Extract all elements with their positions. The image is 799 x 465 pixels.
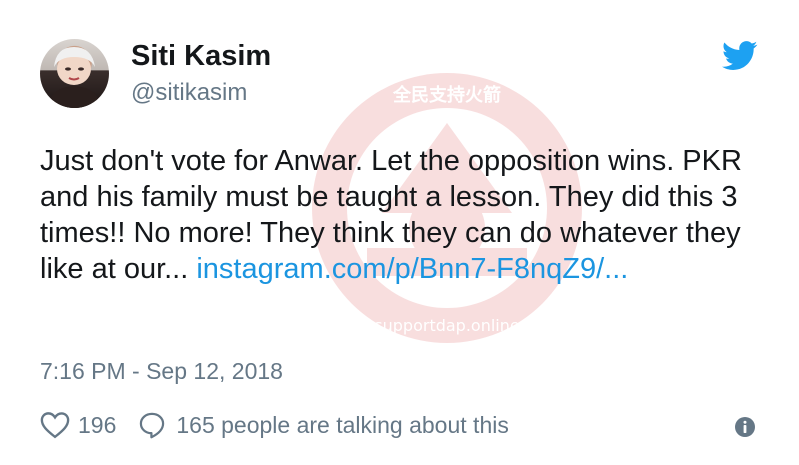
- like-count[interactable]: 196: [78, 412, 116, 439]
- tweet-actions: 196 165 people are talking about this: [40, 409, 509, 441]
- author-avatar[interactable]: [40, 39, 109, 108]
- avatar-image: [48, 47, 101, 108]
- speech-bubble-icon[interactable]: [138, 411, 166, 439]
- info-icon[interactable]: [734, 416, 756, 438]
- author-handle[interactable]: @sitikasim: [131, 79, 247, 107]
- heart-icon[interactable]: [40, 411, 70, 439]
- twitter-bird-icon[interactable]: [722, 41, 758, 71]
- tweet-text: Just don't vote for Anwar. Let the oppos…: [40, 143, 760, 287]
- watermark-bottom-text: supportdap.online: [374, 316, 519, 335]
- tweet-link[interactable]: instagram.com/p/Bnn7-F8nqZ9/...: [196, 253, 628, 285]
- watermark-top-text: 全民支持火箭: [392, 84, 501, 106]
- talking-about-text[interactable]: 165 people are talking about this: [176, 412, 508, 439]
- tweet-card: Siti Kasim @sitikasim 全民支持火箭 supportdap.…: [0, 0, 799, 465]
- tweet-timestamp[interactable]: 7:16 PM - Sep 12, 2018: [40, 358, 283, 385]
- author-name[interactable]: Siti Kasim: [131, 40, 271, 73]
